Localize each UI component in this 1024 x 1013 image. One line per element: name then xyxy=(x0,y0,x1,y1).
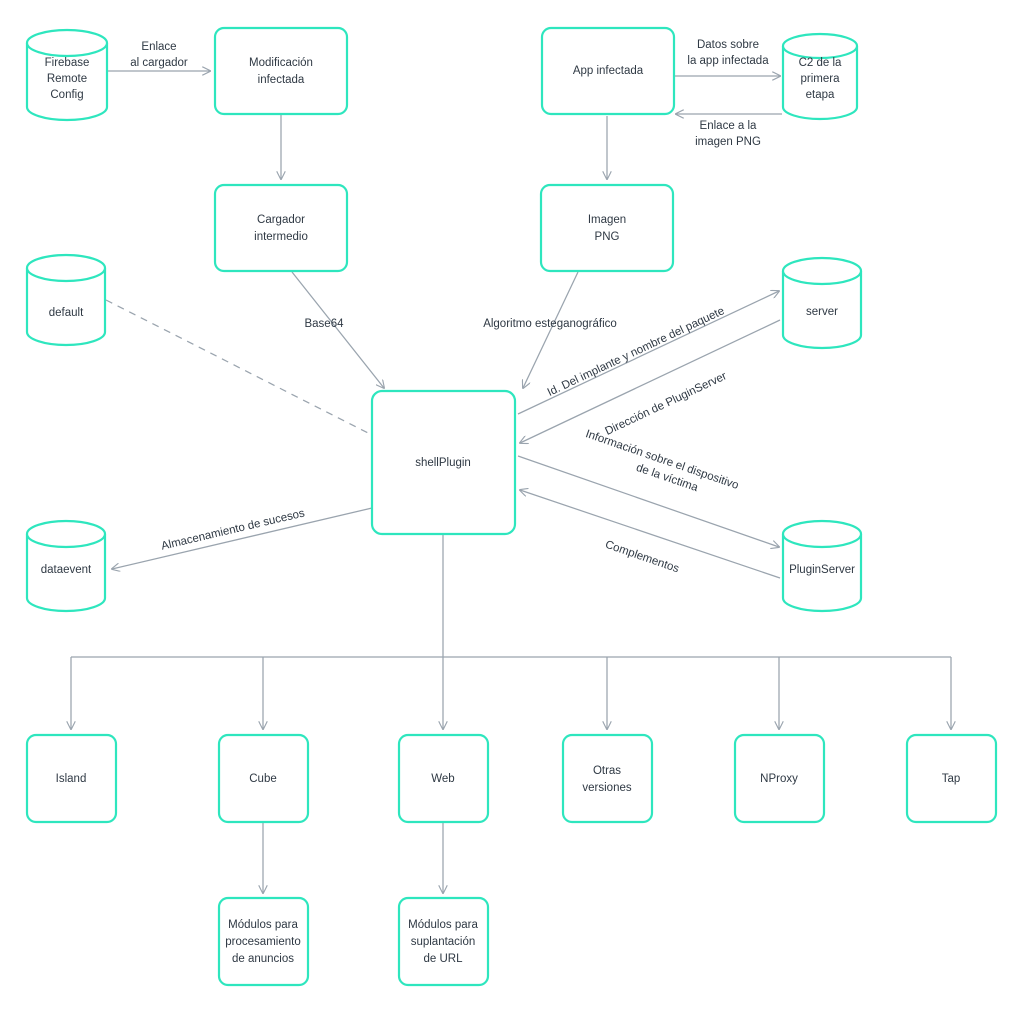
edge-label-datos-app: la app infectada xyxy=(687,55,769,67)
node-label: de anuncios xyxy=(232,953,294,965)
node-otras-versiones[interactable]: Otras versiones xyxy=(561,733,654,824)
node-app-infectada[interactable]: App infectada xyxy=(540,26,676,116)
node-imagen-png[interactable]: Imagen PNG xyxy=(539,183,675,273)
node-label: Firebase xyxy=(45,57,90,69)
edge-label-base64: Base64 xyxy=(304,318,344,330)
node-nproxy[interactable]: NProxy xyxy=(733,733,826,824)
node-label: server xyxy=(806,306,838,318)
node-label: dataevent xyxy=(41,564,92,576)
edge-label-enlace-cargador: Enlace xyxy=(141,41,176,53)
node-label: Módulos para xyxy=(408,919,478,931)
node-label: Remote xyxy=(47,73,87,85)
edge-label-datos-app: Datos sobre xyxy=(697,39,759,51)
edge-label-direccion-pluginserver: Dirección de PluginServer xyxy=(603,370,728,438)
node-label: Modificación xyxy=(249,57,313,69)
node-c2-primera-etapa[interactable]: C2 de la primera etapa xyxy=(781,32,859,121)
node-label: infectada xyxy=(258,74,305,86)
node-label: intermedio xyxy=(254,231,308,243)
node-label: App infectada xyxy=(573,65,644,77)
edge-label-enlace-cargador: al cargador xyxy=(130,57,188,69)
node-modulos-url[interactable]: Módulos para suplantación de URL xyxy=(397,896,490,987)
node-label: Módulos para xyxy=(228,919,298,931)
node-label: NProxy xyxy=(760,773,798,785)
infection-chain-flowchart: Firebase Remote Config Modificación infe… xyxy=(25,26,998,987)
node-web[interactable]: Web xyxy=(397,733,490,824)
node-label: Cargador xyxy=(257,214,305,226)
edge-label-algoritmo-esteganografico: Algoritmo esteganográfico xyxy=(483,318,617,330)
node-label: Cube xyxy=(249,773,277,785)
node-dataevent[interactable]: dataevent xyxy=(25,519,107,613)
edge-label-enlace-png: imagen PNG xyxy=(695,136,761,148)
node-label: etapa xyxy=(806,89,835,101)
node-label: PluginServer xyxy=(789,564,855,576)
node-label: Web xyxy=(431,773,454,785)
node-label: Tap xyxy=(942,773,961,785)
node-label: Island xyxy=(56,773,87,785)
node-server[interactable]: server xyxy=(781,256,863,350)
node-label: versiones xyxy=(582,782,631,794)
node-label: procesamiento xyxy=(225,936,300,948)
node-modificacion-infectada[interactable]: Modificación infectada xyxy=(213,26,349,116)
node-label: C2 de la xyxy=(799,57,842,69)
node-label: suplantación xyxy=(411,936,476,948)
node-default[interactable]: default xyxy=(25,253,107,347)
node-label: shellPlugin xyxy=(415,457,471,469)
node-cargador-intermedio[interactable]: Cargador intermedio xyxy=(213,183,349,273)
edge-label-enlace-png: Enlace a la xyxy=(700,120,758,132)
node-label: Otras xyxy=(593,765,621,777)
node-label: PNG xyxy=(595,231,620,243)
node-shellplugin[interactable]: shellPlugin xyxy=(370,389,517,536)
node-tap[interactable]: Tap xyxy=(905,733,998,824)
node-label: de URL xyxy=(424,953,464,965)
edge-label-complementos: Complementos xyxy=(603,539,680,576)
edge-label-almacenamiento-sucesos: Almacenamiento de sucesos xyxy=(160,507,306,552)
node-cube[interactable]: Cube xyxy=(217,733,310,824)
node-firebase-remote-config[interactable]: Firebase Remote Config xyxy=(25,28,109,122)
node-label: default xyxy=(49,307,84,319)
node-modulos-anuncios[interactable]: Módulos para procesamiento de anuncios xyxy=(217,896,310,987)
node-pluginserver[interactable]: PluginServer xyxy=(781,519,863,613)
node-label: primera xyxy=(801,73,841,85)
edge-shellplugin-to-dataevent xyxy=(112,507,373,569)
node-label: Config xyxy=(50,89,83,101)
node-island[interactable]: Island xyxy=(25,733,118,824)
node-label: Imagen xyxy=(588,214,626,226)
